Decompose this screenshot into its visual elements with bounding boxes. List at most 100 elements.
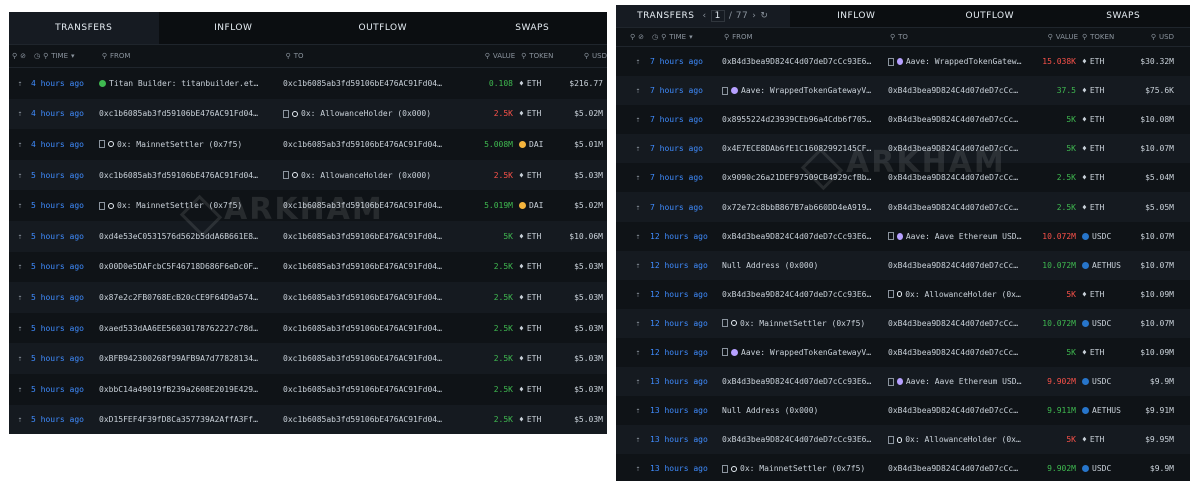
usd-header[interactable]: ⚲ USD xyxy=(1134,33,1174,41)
from-address[interactable]: 0xd4e53eC0531576d562b5ddA6B661E8… xyxy=(99,232,283,241)
table-row[interactable]: ⇡ 5 hours ago 0x00D0e5DAFcbC5F46718D686F6e… xyxy=(9,252,607,283)
chevron-left-icon[interactable]: ‹ xyxy=(703,11,707,21)
value-header[interactable]: ⚲ VALUE xyxy=(467,52,515,60)
token-cell[interactable]: ♦ ETH xyxy=(1076,173,1134,182)
from-address[interactable]: 0x72e72c8bbB867B7ab660DD4eA919… xyxy=(722,203,888,212)
to-address[interactable]: 0xB4d3bea9D824C4d07deD7cCc93E6… xyxy=(888,348,1022,357)
time-link[interactable]: 7 hours ago xyxy=(650,86,722,95)
to-address[interactable]: 0xB4d3bea9D824C4d07deD7cCc93E6… xyxy=(888,261,1022,270)
to-address[interactable]: 0xc1b6085ab3fd59106bE476AC91Fd04… xyxy=(283,324,465,333)
from-address[interactable]: 0x9090c26a21DEF97509CB4929cfBb… xyxy=(722,173,888,182)
from-address[interactable]: 0xB4d3bea9D824C4d07deD7cCc93E6… xyxy=(722,57,888,66)
from-address[interactable]: 0xB4d3bea9D824C4d07deD7cCc93E6… xyxy=(722,377,888,386)
token-cell[interactable]: USDC xyxy=(1076,464,1134,473)
to-address[interactable]: 0xB4d3bea9D824C4d07deD7cCc93E6… xyxy=(888,319,1022,328)
to-address[interactable]: 0xB4d3bea9D824C4d07deD7cCc93E6… xyxy=(888,86,1022,95)
table-row[interactable]: ⇡ 7 hours ago 0x72e72c8bbB867B7ab660DD4eA9… xyxy=(616,192,1190,222)
table-row[interactable]: ⇡ 12 hours ago 0x: MainnetSettler (0x7f5) 0… xyxy=(616,308,1190,338)
table-row[interactable]: ⇡ 12 hours ago Aave: WrappedTokenGatewayV…… xyxy=(616,338,1190,367)
table-row[interactable]: ⇡ 5 hours ago 0x87e2c2FB0768EcB20cCE9F64D9… xyxy=(9,282,607,313)
token-cell[interactable]: ♦ ETH xyxy=(513,354,563,363)
token-cell[interactable]: ♦ ETH xyxy=(513,232,563,241)
token-cell[interactable]: ♦ ETH xyxy=(1076,203,1134,212)
table-row[interactable]: ⇡ 4 hours ago Titan Builder: titanbuilder.… xyxy=(9,68,607,99)
table-row[interactable]: ⇡ 5 hours ago 0xbbC14a49019fB239a2608E2019… xyxy=(9,374,607,405)
time-link[interactable]: 5 hours ago xyxy=(31,232,99,241)
to-address[interactable]: 0x: AllowanceHolder (0x000) xyxy=(283,109,465,118)
from-address[interactable]: Null Address (0x000) xyxy=(722,406,888,415)
to-address[interactable]: Aave: Aave Ethereum USDC (… xyxy=(888,232,1022,241)
time-link[interactable]: 7 hours ago xyxy=(650,115,722,124)
from-address[interactable]: 0xaed533dAA6EE56030178762227c78d… xyxy=(99,324,283,333)
from-address[interactable]: 0x: MainnetSettler (0x7f5) xyxy=(722,319,888,328)
filter-icon[interactable]: ⚲ xyxy=(12,52,17,60)
table-row[interactable]: ⇡ 13 hours ago Null Address (0x000) 0xB4d3b… xyxy=(616,396,1190,425)
to-address[interactable]: 0xc1b6085ab3fd59106bE476AC91Fd04… xyxy=(283,262,465,271)
time-link[interactable]: 7 hours ago xyxy=(650,203,722,212)
table-row[interactable]: ⇡ 5 hours ago 0xaed533dAA6EE56030178762227… xyxy=(9,313,607,344)
from-address[interactable]: 0x4E7ECE8DAb6fE1C16082992145CF… xyxy=(722,144,888,153)
table-row[interactable]: ⇡ 13 hours ago 0xB4d3bea9D824C4d07deD7cCc9… xyxy=(616,367,1190,397)
to-address[interactable]: 0xB4d3bea9D824C4d07deD7cCc93E6… xyxy=(888,203,1022,212)
table-row[interactable]: ⇡ 12 hours ago 0xB4d3bea9D824C4d07deD7cCc9… xyxy=(616,222,1190,251)
from-header[interactable]: ⚲ FROM xyxy=(102,52,286,60)
time-link[interactable]: 13 hours ago xyxy=(650,464,722,473)
token-cell[interactable]: ♦ ETH xyxy=(513,324,563,333)
refresh-icon[interactable]: ↻ xyxy=(760,11,768,21)
token-cell[interactable]: ♦ ETH xyxy=(513,385,563,394)
link-icon[interactable]: ⊘ xyxy=(20,52,26,60)
token-cell[interactable]: DAI xyxy=(513,201,563,210)
time-link[interactable]: 7 hours ago xyxy=(650,144,722,153)
from-address[interactable]: 0xB4d3bea9D824C4d07deD7cCc93E6… xyxy=(722,435,888,444)
time-link[interactable]: 5 hours ago xyxy=(31,201,99,210)
from-address[interactable]: Titan Builder: titanbuilder.et… xyxy=(99,79,283,88)
time-link[interactable]: 13 hours ago xyxy=(650,377,722,386)
table-row[interactable]: ⇡ 4 hours ago 0x: MainnetSettler (0x7f5) 0x… xyxy=(9,129,607,160)
from-address[interactable]: 0xD15FEF4F39fD8Ca357739A2AffA3Ff… xyxy=(99,415,283,424)
token-cell[interactable]: USDC xyxy=(1076,319,1134,328)
from-address[interactable]: 0xB4d3bea9D824C4d07deD7cCc93E6… xyxy=(722,232,888,241)
token-cell[interactable]: AETHUS xyxy=(1076,406,1134,415)
to-address[interactable]: 0xc1b6085ab3fd59106bE476AC91Fd04… xyxy=(283,140,465,149)
table-row[interactable]: ⇡ 7 hours ago 0x8955224d23939CEb96a4Cdb6f7… xyxy=(616,105,1190,134)
from-address[interactable]: 0x8955224d23939CEb96a4Cdb6f705… xyxy=(722,115,888,124)
from-address[interactable]: 0xBFB942300268f99AFB9A7d77828134… xyxy=(99,354,283,363)
table-row[interactable]: ⇡ 5 hours ago 0xD15FEF4F39fD8Ca357739A2Aff… xyxy=(9,404,607,434)
to-address[interactable]: 0xB4d3bea9D824C4d07deD7cCc93E6… xyxy=(888,406,1022,415)
from-address[interactable]: 0x: MainnetSettler (0x7f5) xyxy=(99,140,283,149)
token-cell[interactable]: ♦ ETH xyxy=(1076,57,1134,66)
filter-icon[interactable]: ⚲ xyxy=(630,33,635,41)
token-cell[interactable]: ♦ ETH xyxy=(513,415,563,424)
tab-inflow[interactable]: INFLOW xyxy=(790,5,923,27)
to-address[interactable]: 0xB4d3bea9D824C4d07deD7cCc93E6… xyxy=(888,173,1022,182)
table-row[interactable]: ⇡ 4 hours ago 0xc1b6085ab3fd59106bE476AC91… xyxy=(9,98,607,130)
token-cell[interactable]: ♦ ETH xyxy=(513,262,563,271)
filter-link-icons[interactable]: ⚲ ⊘ xyxy=(9,52,34,60)
link-icon[interactable]: ⊘ xyxy=(638,33,644,41)
tab-transfers[interactable]: TRANSFERS xyxy=(9,12,159,44)
to-address[interactable]: 0xB4d3bea9D824C4d07deD7cCc93E6… xyxy=(888,144,1022,153)
tab-swaps[interactable]: SWAPS xyxy=(458,12,608,44)
time-link[interactable]: 5 hours ago xyxy=(31,293,99,302)
table-row[interactable]: ⇡ 5 hours ago 0xc1b6085ab3fd59106bE476AC91… xyxy=(9,159,607,191)
to-address[interactable]: 0x: AllowanceHolder (0x000) xyxy=(888,435,1022,444)
time-link[interactable]: 5 hours ago xyxy=(31,354,99,363)
token-cell[interactable]: USDC xyxy=(1076,377,1134,386)
token-cell[interactable]: ♦ ETH xyxy=(1076,348,1134,357)
from-address[interactable]: Null Address (0x000) xyxy=(722,261,888,270)
time-link[interactable]: 13 hours ago xyxy=(650,406,722,415)
token-cell[interactable]: ♦ ETH xyxy=(513,171,563,180)
tab-inflow[interactable]: INFLOW xyxy=(159,12,309,44)
time-link[interactable]: 12 hours ago xyxy=(650,319,722,328)
table-row[interactable]: ⇡ 5 hours ago 0xBFB942300268f99AFB9A7d7782… xyxy=(9,343,607,374)
from-address[interactable]: Aave: WrappedTokenGatewayV… xyxy=(722,86,888,95)
to-address[interactable]: 0xB4d3bea9D824C4d07deD7cCc93E6… xyxy=(888,464,1022,473)
token-header[interactable]: ⚲ TOKEN xyxy=(515,52,565,60)
tab-transfers[interactable]: TRANSFERS ‹ 1 / 77 › ↻ xyxy=(616,5,790,27)
token-cell[interactable]: ♦ ETH xyxy=(513,79,563,88)
tab-outflow[interactable]: OUTFLOW xyxy=(923,5,1056,27)
to-address[interactable]: 0xc1b6085ab3fd59106bE476AC91Fd04… xyxy=(283,385,465,394)
time-link[interactable]: 7 hours ago xyxy=(650,173,722,182)
token-cell[interactable]: ♦ ETH xyxy=(513,109,563,118)
time-link[interactable]: 12 hours ago xyxy=(650,290,722,299)
